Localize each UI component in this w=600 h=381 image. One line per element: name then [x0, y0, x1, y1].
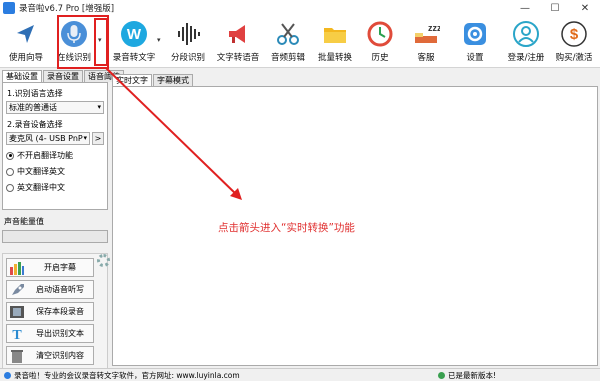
toolbar-service-button[interactable]: zzz 客服: [410, 16, 442, 68]
radio-dot-icon: [6, 151, 14, 160]
status-left: 录音啦！专业的会议录音转文字软件，官方网址: www.luyinla.com: [4, 370, 240, 381]
toolbar-batch-convert-button[interactable]: 批量转换: [313, 16, 357, 68]
navigation-arrow-icon: [12, 20, 40, 48]
left-panel: 基础设置 录音设置 语音阈值 1.识别语言选择 标准的普通话 ▾ 2.录音设备选…: [2, 70, 124, 370]
realtime-text-area[interactable]: [112, 86, 598, 366]
bar-chart-icon: [7, 259, 27, 276]
annotation-text: 点击箭头进入“实时转换”功能: [218, 222, 355, 234]
clock-icon: [366, 20, 394, 48]
export-text-button[interactable]: T 导出识别文本: [6, 324, 94, 343]
toolbar-segment-recognition-button[interactable]: 分段识别: [168, 16, 208, 68]
language-select[interactable]: 标准的普通话 ▾: [6, 101, 104, 114]
megaphone-icon: [224, 20, 252, 48]
dropdown-arrow-highlight: [94, 18, 108, 66]
right-panel: 实时文字 字幕模式: [112, 74, 598, 366]
tab-realtime-text[interactable]: 实时文字: [112, 74, 152, 86]
start-subtitle-button[interactable]: 开启字幕: [6, 258, 94, 277]
tab-subtitle-mode[interactable]: 字幕模式: [153, 74, 193, 86]
device-more-button[interactable]: >: [92, 132, 104, 145]
trash-icon: [7, 347, 27, 364]
loading-spinner-icon: [97, 254, 110, 267]
update-check-icon: [438, 371, 445, 379]
toolbar-settings-button[interactable]: 设置: [459, 16, 491, 68]
volume-label: 声音能量值: [4, 217, 44, 226]
maximize-button[interactable]: ☐: [540, 0, 570, 16]
radio-en-to-cn[interactable]: 英文翻译中文: [6, 182, 104, 193]
app-logo-icon: [4, 371, 11, 379]
tab-record-settings[interactable]: 录音设置: [43, 70, 83, 82]
translation-options: 不开启翻译功能 中文翻译英文 英文翻译中文: [6, 150, 104, 193]
record-to-text-dropdown-arrow[interactable]: ▾: [157, 36, 161, 44]
chevron-down-icon: ▾: [97, 103, 101, 111]
window-title: 录音啦v6.7 Pro [增强版]: [19, 4, 115, 14]
dollar-icon: $: [560, 20, 588, 48]
toolbar-history-button[interactable]: 历史: [364, 16, 396, 68]
scissors-icon: [274, 20, 302, 48]
toolbar-audio-edit-button[interactable]: 音频剪辑: [266, 16, 310, 68]
title-bar: 录音啦v6.7 Pro [增强版] — ☐ ✕: [0, 0, 600, 16]
text-t-icon: T: [7, 325, 27, 342]
basic-settings-panel: 1.识别语言选择 标准的普通话 ▾ 2.录音设备选择 麦克风 (4- USB P…: [2, 82, 108, 210]
film-icon: [7, 303, 27, 320]
tab-basic-settings[interactable]: 基础设置: [2, 70, 42, 82]
output-tabs: 实时文字 字幕模式: [112, 74, 598, 86]
radio-cn-to-en[interactable]: 中文翻译英文: [6, 166, 104, 177]
chevron-down-icon: ▾: [83, 134, 87, 142]
user-icon: [512, 20, 540, 48]
app-logo-icon: [3, 2, 15, 14]
device-select[interactable]: 麦克风 (4- USB PnP ▾: [6, 132, 90, 145]
volume-meter: [2, 230, 108, 243]
language-section-label: 1.识别语言选择: [7, 89, 63, 98]
radio-dot-icon: [6, 167, 14, 176]
radio-dot-icon: [6, 183, 14, 192]
svg-text:T: T: [12, 328, 22, 341]
toolbar-login-button[interactable]: 登录/注册: [504, 16, 548, 68]
status-bar: 录音啦！专业的会议录音转文字软件，官方网址: www.luyinla.com 已…: [0, 368, 600, 381]
radio-no-translation[interactable]: 不开启翻译功能: [6, 150, 104, 161]
close-button[interactable]: ✕: [570, 0, 600, 16]
window-controls: — ☐ ✕: [510, 0, 600, 16]
waveform-icon: [174, 20, 202, 48]
sleep-icon: zzz: [412, 20, 440, 48]
device-row: 麦克风 (4- USB PnP ▾ >: [6, 132, 104, 145]
status-right: 已是最新版本!: [438, 370, 496, 381]
settings-tabs: 基础设置 录音设置 语音阈值: [2, 70, 124, 82]
w-logo-icon: W: [120, 20, 148, 48]
folder-icon: [321, 20, 349, 48]
gear-icon: [461, 20, 489, 48]
toolbar-text-to-speech-button[interactable]: 文字转语音: [214, 16, 262, 68]
toolbar-record-to-text-button[interactable]: W 录音转文字: [112, 16, 156, 68]
svg-text:zzz: zzz: [428, 23, 440, 33]
save-recording-button[interactable]: 保存本段录音: [6, 302, 94, 321]
device-section-label: 2.录音设备选择: [7, 120, 63, 129]
toolbar-buy-button[interactable]: $ 购买/激活: [552, 16, 596, 68]
rocket-icon: [7, 281, 27, 298]
minimize-button[interactable]: —: [510, 0, 540, 16]
toolbar-guide-button[interactable]: 使用向导: [6, 16, 46, 68]
start-dictation-button[interactable]: 启动语音听写: [6, 280, 94, 299]
svg-text:W: W: [127, 26, 142, 43]
action-button-group: 开启字幕 启动语音听写 保存本段录音 T 导出识别文本 清空识别内容: [2, 253, 110, 370]
clear-content-button[interactable]: 清空识别内容: [6, 346, 94, 365]
svg-text:$: $: [570, 26, 579, 43]
